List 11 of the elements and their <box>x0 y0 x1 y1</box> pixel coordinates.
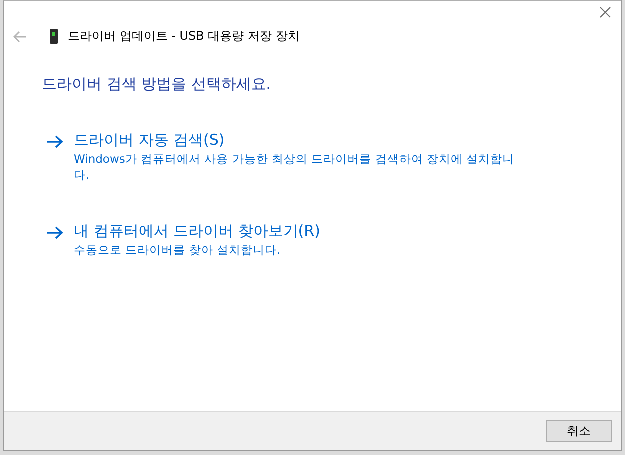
option-description: Windows가 컴퓨터에서 사용 가능한 최상의 드라이버를 검색하여 장치에 설치합니다. <box>74 151 516 183</box>
option-link[interactable]: 드라이버 자동 검색(S) <box>74 130 225 150</box>
dialog-title: 드라이버 업데이트 - USB 대용량 저장 장치 <box>68 28 300 45</box>
heading: 드라이버 검색 방법을 선택하세요. <box>42 75 272 94</box>
cancel-button[interactable]: 취소 <box>546 420 612 442</box>
arrow-icon <box>46 226 64 240</box>
option-description: 수동으로 드라이버를 찾아 설치합니다. <box>74 242 282 258</box>
option-link[interactable]: 내 컴퓨터에서 드라이버 찾아보기(R) <box>74 221 320 241</box>
close-icon[interactable] <box>600 7 611 18</box>
arrow-icon <box>46 135 64 149</box>
usb-drive-icon <box>50 29 58 44</box>
